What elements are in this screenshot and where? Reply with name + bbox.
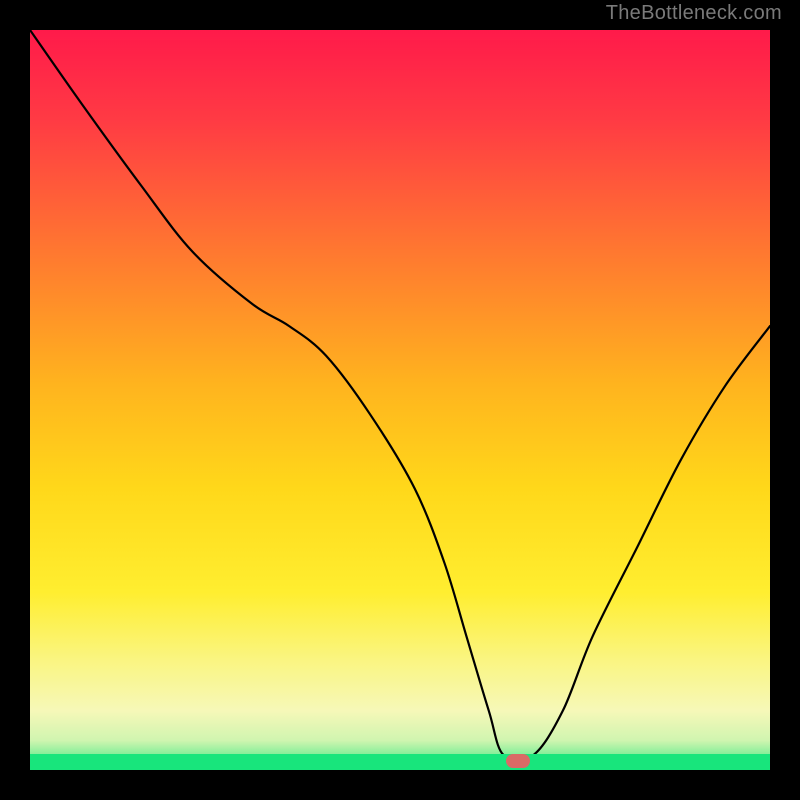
bottleneck-curve (30, 30, 770, 770)
plot-area (30, 30, 770, 770)
optimal-zone-strip (30, 754, 770, 770)
chart-frame: TheBottleneck.com (0, 0, 800, 800)
optimal-marker (506, 754, 530, 768)
watermark-text: TheBottleneck.com (606, 2, 782, 25)
